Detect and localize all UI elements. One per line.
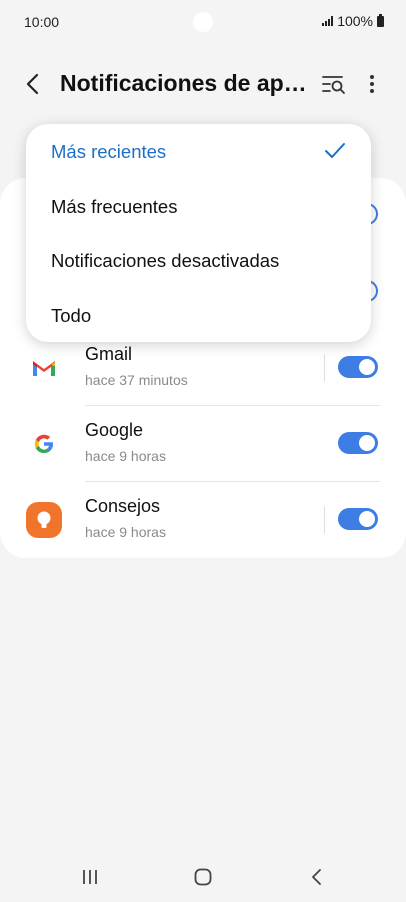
back-arrow-icon [312,869,321,885]
filter-search-button[interactable] [320,70,348,98]
google-icon [26,426,62,462]
recent-apps-button[interactable] [80,868,100,886]
app-name: Consejos [85,496,161,516]
more-vertical-icon [370,75,374,93]
divider [324,354,325,382]
navigation-bar [0,856,406,902]
app-last-notification: hace 37 minutos [85,372,188,388]
status-indicators: 100% [322,13,384,29]
menu-item-most-recent[interactable]: Más recientes [51,141,166,163]
battery-percent: 100% [337,13,373,29]
check-icon [325,143,345,158]
list-item-google[interactable]: Google hace 9 horas [0,406,406,482]
battery-icon [377,13,384,27]
status-time: 10:00 [24,14,60,30]
filter-search-icon [322,76,345,94]
page-title: Notificaciones de aplicaciones [60,70,312,96]
back-button[interactable] [20,70,48,98]
google-toggle[interactable] [338,432,378,454]
nav-back-button[interactable] [308,868,326,886]
app-header: Notificaciones de aplicaciones [0,56,406,112]
front-camera [193,12,213,32]
app-name: Google [85,420,144,440]
menu-item-disabled-notifications[interactable]: Notificaciones desactivadas [51,250,279,272]
divider [324,506,325,534]
recent-apps-icon [83,870,97,884]
home-icon [194,868,212,886]
home-button[interactable] [194,868,212,886]
gmail-toggle[interactable] [338,356,378,378]
app-name: Gmail [85,344,133,364]
more-options-button[interactable] [360,70,384,98]
list-item-consejos[interactable]: Consejos hace 9 horas [0,482,406,558]
status-bar: 10:00 100% [0,0,406,44]
menu-item-most-frequent[interactable]: Más frecuentes [51,196,177,218]
app-last-notification: hace 9 horas [85,524,166,540]
tips-bulb-icon [26,502,62,538]
app-last-notification: hace 9 horas [85,448,166,464]
menu-item-all[interactable]: Todo [51,305,91,327]
sort-dropdown-menu: Más recientes Más frecuentes Notificacio… [26,124,371,342]
chevron-left-icon [26,73,39,95]
gmail-icon [26,350,62,386]
signal-icon [322,16,334,26]
consejos-toggle[interactable] [338,508,378,530]
